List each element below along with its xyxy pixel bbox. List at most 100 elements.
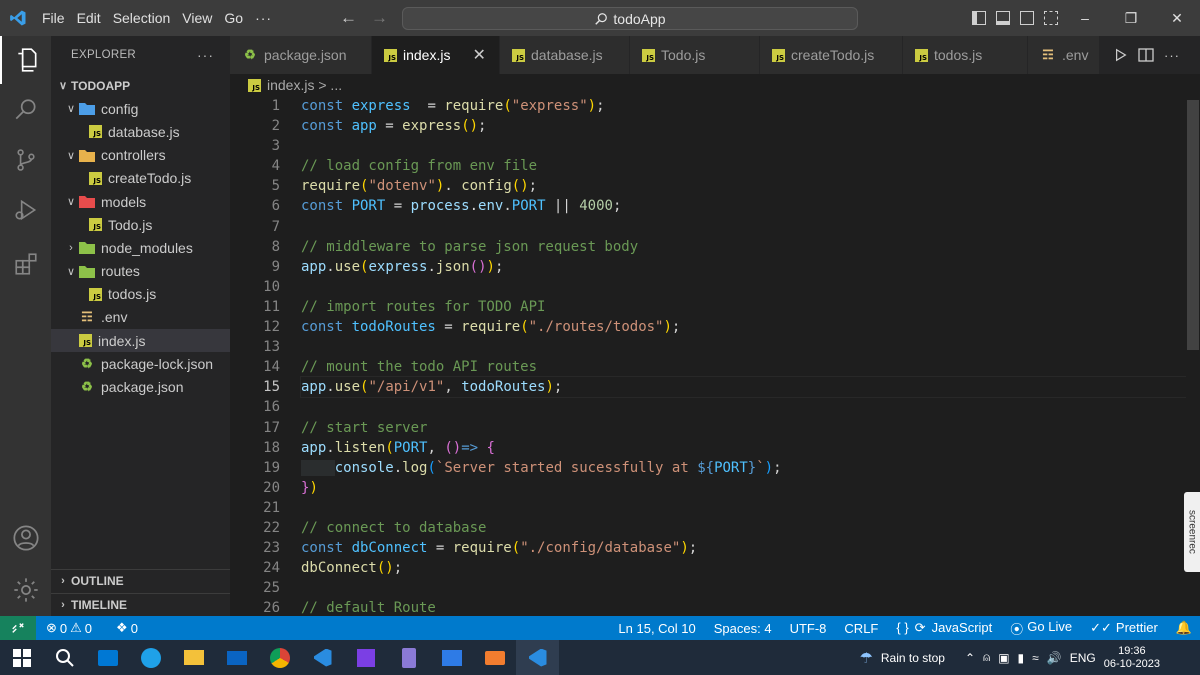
line-number[interactable]: 6 [230,196,280,216]
accounts-icon[interactable] [0,514,51,562]
line-number[interactable]: 5 [230,176,280,196]
line-number[interactable]: 23 [230,538,280,558]
minimize-icon[interactable]: – [1062,10,1108,26]
tree-item[interactable]: JS createTodo.js [51,167,230,190]
tree-item[interactable]: ∨ models [51,190,230,213]
split-editor-icon[interactable] [1138,48,1154,62]
bluetooth-icon[interactable]: ⍝ [983,650,990,665]
timeline-section[interactable]: › TIMELINE [51,593,230,616]
back-arrow-icon[interactable]: ← [340,8,357,28]
menu-view[interactable]: View [176,0,218,36]
code-editor[interactable]: 1 2 3 4 5 6 7 8 9 10 11 12 13 14 15 16 17 18 19 20 21 22 23 24 2… [230,96,1186,616]
more-actions-icon[interactable]: ··· [1164,48,1180,63]
weather-text[interactable]: Rain to stop [881,651,945,665]
code-line[interactable]: // import routes for TODO API [301,297,1186,317]
wifi-icon[interactable]: ≈ [1032,651,1039,665]
close-tab-icon[interactable]: ✕ [472,45,485,65]
language-mode[interactable]: { } ⟳ JavaScript [896,620,992,636]
line-number[interactable]: 22 [230,518,280,538]
cursor-position[interactable]: Ln 15, Col 10 [618,621,695,636]
line-number[interactable]: 13 [230,337,280,357]
line-number[interactable]: 18 [230,438,280,458]
toggle-secondary-sidebar-icon[interactable] [1020,11,1034,25]
code-line[interactable]: const todoRoutes = require("./routes/tod… [301,317,1186,337]
run-file-icon[interactable] [1114,48,1128,62]
weather-icon[interactable]: ☂ [859,649,872,667]
code-content[interactable]: const express = require("express"); const… [300,96,1186,616]
line-number[interactable]: 17 [230,418,280,438]
line-number[interactable]: 14 [230,357,280,377]
scrollbar-thumb[interactable] [1187,100,1199,350]
settings-gear-icon[interactable] [0,566,51,614]
tree-item[interactable]: ☶ .env [51,306,230,329]
explorer-more-icon[interactable]: ··· [197,47,214,63]
toggle-panel-icon[interactable] [996,11,1010,25]
tree-item[interactable]: JS database.js [51,120,230,143]
power-automate-icon[interactable] [430,640,473,675]
xampp-icon[interactable] [473,640,516,675]
tree-item[interactable]: ∨ config [51,97,230,120]
command-center-search[interactable]: todoApp [402,7,858,30]
extensions-icon[interactable] [0,240,51,288]
line-number[interactable]: 2 [230,116,280,136]
code-line[interactable]: app.use(express.json()); [301,257,1186,277]
tab-createtodo-js[interactable]: JS createTodo.js [760,36,903,74]
line-number[interactable]: 7 [230,217,280,237]
phone-link-icon[interactable] [387,640,430,675]
menu-selection[interactable]: Selection [107,0,177,36]
store-icon[interactable] [86,640,129,675]
line-number[interactable]: 12 [230,317,280,337]
taskbar-search-icon[interactable] [43,640,86,675]
code-line[interactable]: const PORT = process.env.PORT || 4000; [301,196,1186,216]
indentation[interactable]: Spaces: 4 [714,621,772,636]
tree-item[interactable]: ♻ package-lock.json [51,352,230,375]
code-line[interactable] [301,337,1186,357]
line-number[interactable]: 16 [230,397,280,417]
mail-icon[interactable] [215,640,258,675]
tab-env[interactable]: ☶ .env [1028,36,1100,74]
tab-database-js[interactable]: JS database.js [500,36,630,74]
line-number[interactable]: 20 [230,478,280,498]
breadcrumb[interactable]: JS index.js > ... [230,74,1200,96]
edge-icon[interactable] [129,640,172,675]
code-line[interactable]: }) [301,478,1186,498]
close-window-icon[interactable]: ✕ [1154,10,1200,27]
tray-expand-icon[interactable]: ⌃ [965,651,975,665]
line-number[interactable]: 25 [230,578,280,598]
file-explorer-icon[interactable] [172,640,215,675]
problems-indicator[interactable]: ⊗ 0 ⚠ 0 [46,620,92,636]
clock[interactable]: 19:36 06-10-2023 [1104,645,1160,671]
source-control-icon[interactable] [0,136,51,184]
menu-more[interactable]: ··· [249,0,278,36]
code-line[interactable] [301,217,1186,237]
code-line[interactable]: // start server [301,418,1186,438]
volume-icon[interactable]: 🔊 [1047,651,1062,665]
line-number[interactable]: 15 [230,377,280,397]
input-language[interactable]: ENG [1070,651,1096,665]
go-live-button[interactable]: ⦿ Go Live [1010,619,1072,638]
restore-icon[interactable]: ❐ [1108,10,1154,27]
code-line[interactable]: // mount the todo API routes [301,357,1186,377]
screenrec-widget[interactable]: screenrec [1184,492,1200,572]
notifications-bell-icon[interactable]: 🔔 [1176,620,1192,636]
tree-item[interactable]: JS index.js [51,329,230,353]
line-number[interactable]: 4 [230,156,280,176]
code-line[interactable] [301,397,1186,417]
code-line[interactable]: // load config from env file [301,156,1186,176]
menu-edit[interactable]: Edit [71,0,107,36]
line-number[interactable]: 10 [230,277,280,297]
vscode-taskbar-icon[interactable] [301,640,344,675]
code-line[interactable]: dbConnect(); [301,558,1186,578]
end-of-line[interactable]: CRLF [844,621,878,636]
line-number[interactable]: 3 [230,136,280,156]
customize-layout-icon[interactable] [1044,11,1058,25]
tree-item[interactable]: JS Todo.js [51,213,230,236]
encoding[interactable]: UTF-8 [790,621,827,636]
code-line[interactable]: const express = require("express"); [301,96,1186,116]
line-number[interactable]: 1 [230,96,280,116]
menu-go[interactable]: Go [218,0,249,36]
tray-app-icon[interactable]: ▣ [998,651,1009,665]
search-activity-icon[interactable] [0,86,51,134]
line-number[interactable]: 19 [230,458,280,478]
run-debug-icon[interactable] [0,186,51,234]
